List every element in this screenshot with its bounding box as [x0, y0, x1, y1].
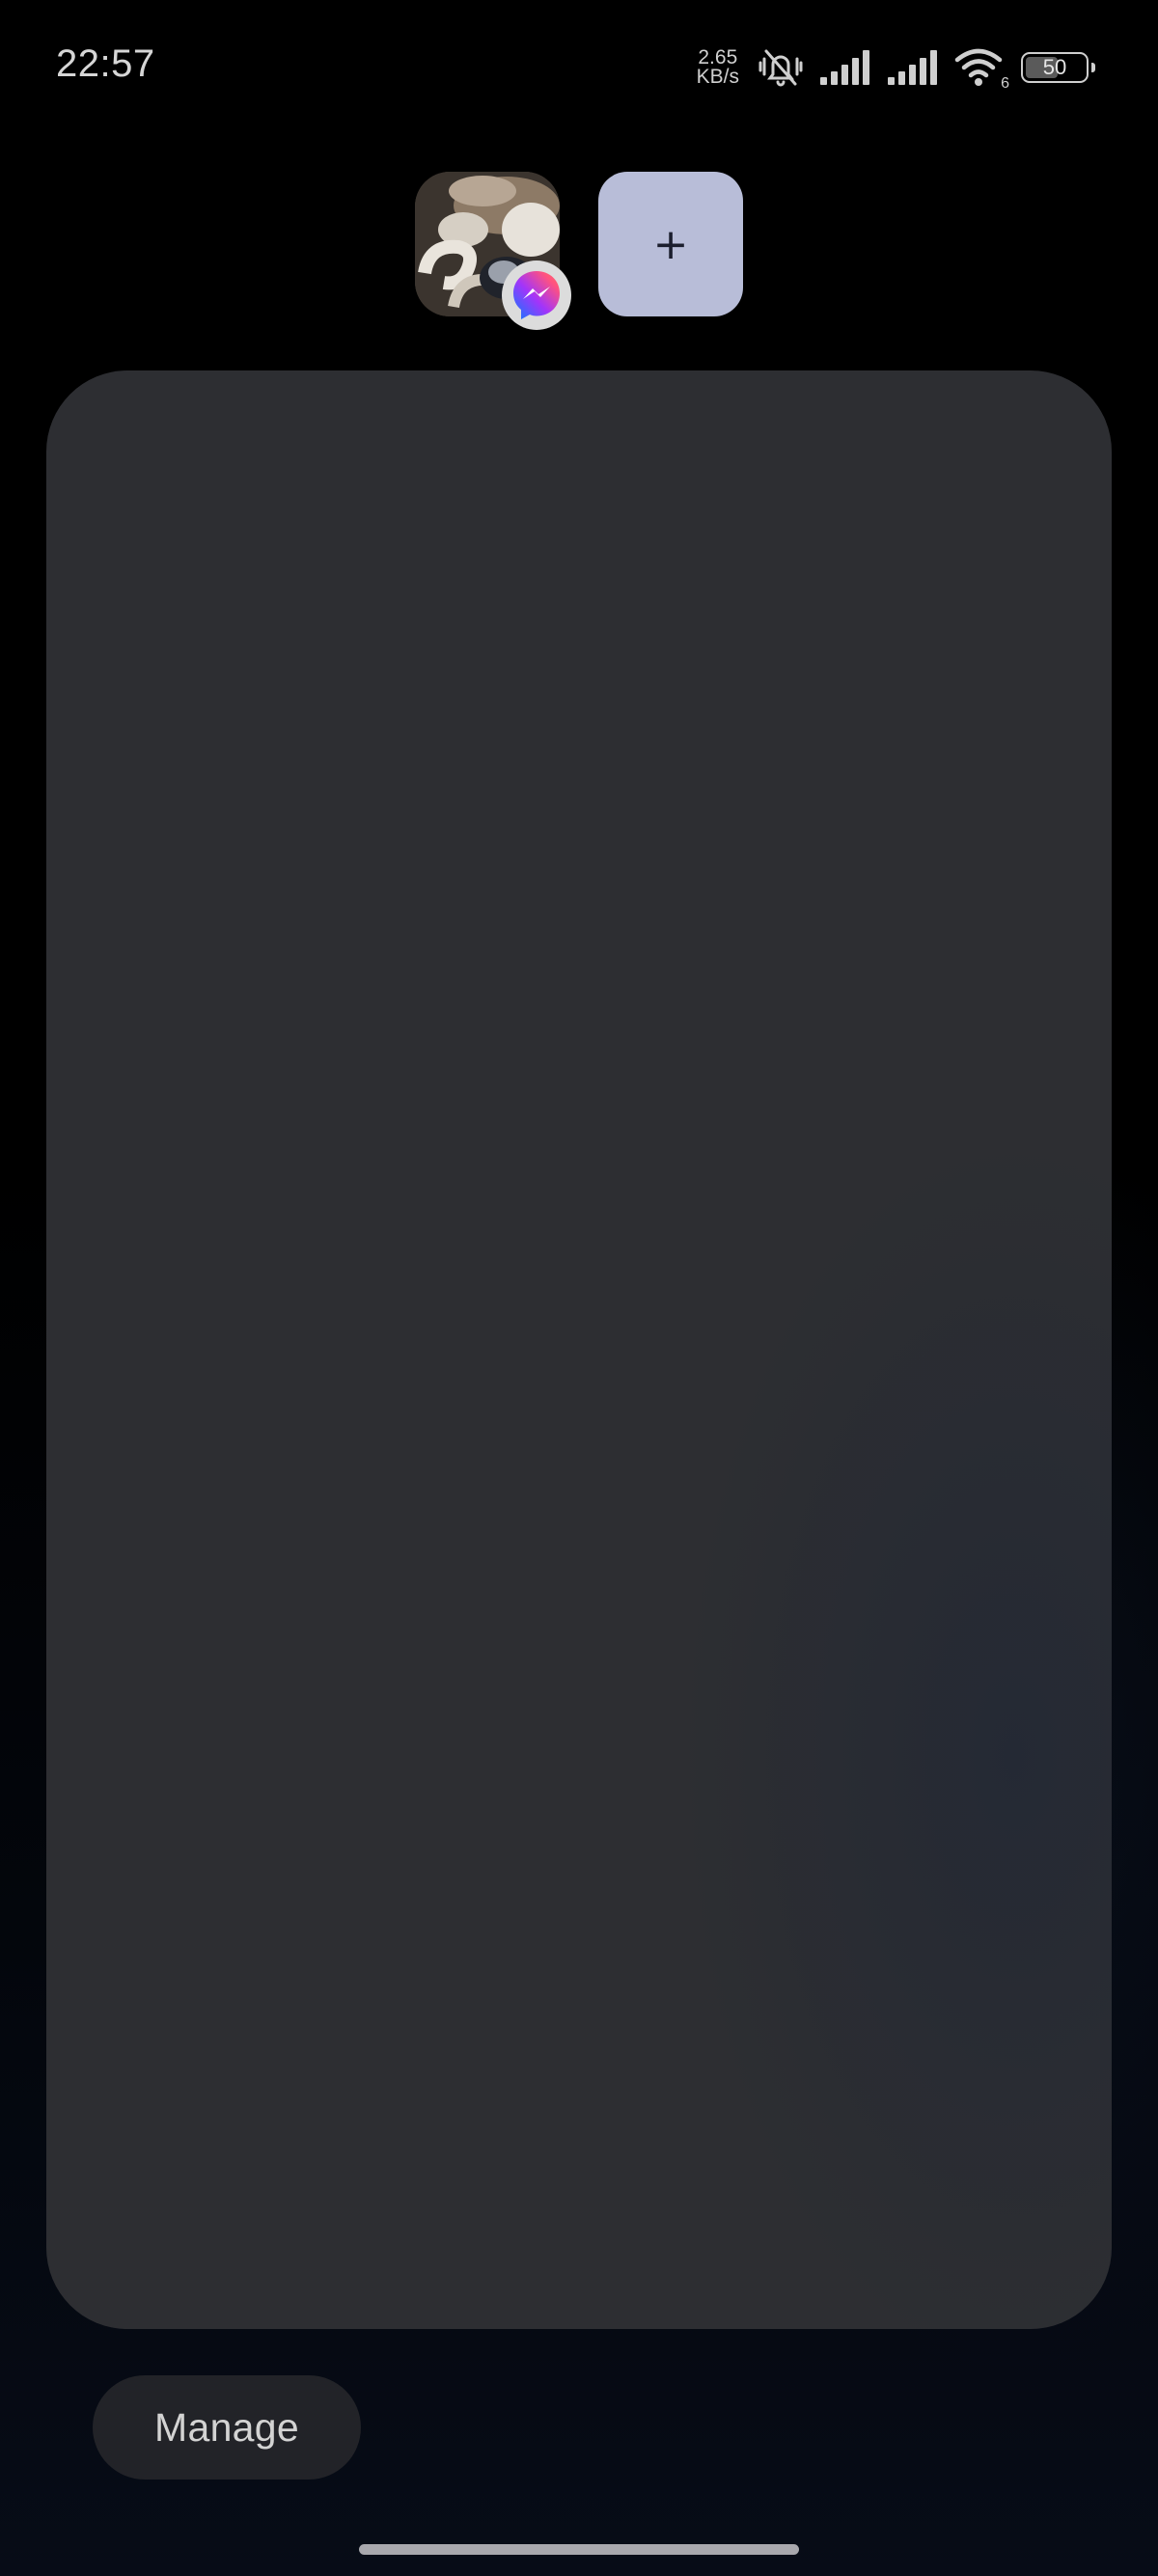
screen: 22:57 2.65 KB/s 6 50 + Manage: [0, 0, 1158, 2576]
signal-strength-icon: [886, 48, 940, 87]
vibrate-silent-icon: [757, 45, 805, 90]
status-bar: 22:57 2.65 KB/s 6 50: [0, 0, 1158, 135]
network-speed: 2.65 KB/s: [696, 46, 739, 88]
plus-icon: +: [652, 219, 689, 269]
wifi-icon: 6: [953, 46, 1009, 92]
chat-head-bubble[interactable]: [415, 172, 571, 330]
manage-button-label: Manage: [154, 2404, 299, 2450]
status-time: 22:57: [56, 42, 155, 85]
manage-button[interactable]: Manage: [93, 2375, 361, 2480]
add-bubble-button[interactable]: +: [598, 172, 743, 316]
home-indicator[interactable]: [359, 2544, 799, 2555]
bubble-row: +: [415, 172, 743, 330]
signal-strength-icon: [818, 48, 872, 87]
network-speed-unit: KB/s: [696, 66, 739, 88]
wifi-label: 6: [1001, 75, 1009, 92]
messenger-icon: [502, 260, 571, 330]
battery-icon: 50: [1021, 52, 1095, 83]
network-speed-value: 2.65: [698, 46, 738, 69]
battery-level: 50: [1042, 55, 1067, 79]
status-icons: 2.65 KB/s 6 50: [696, 44, 1095, 92]
bubble-content-card: [46, 370, 1112, 2329]
